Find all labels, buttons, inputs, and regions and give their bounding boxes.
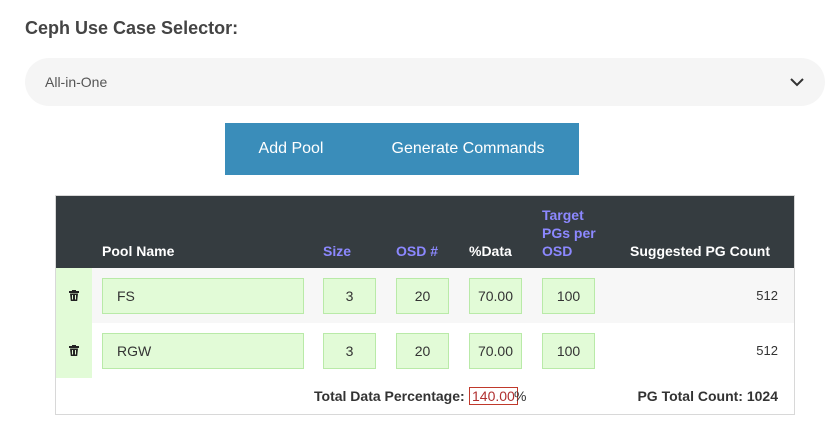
suggested-pg-value: 512 — [756, 343, 778, 358]
delete-pool-button[interactable] — [56, 323, 92, 378]
target-pgs-input[interactable] — [542, 278, 595, 314]
use-case-select-value: All-in-One — [45, 74, 108, 90]
table-row: 512 — [56, 323, 794, 378]
header-pool-name: Pool Name — [102, 243, 175, 259]
total-data-percentage-suffix: % — [514, 388, 527, 404]
header-target-line1: Target — [542, 207, 584, 223]
use-case-select[interactable]: All-in-One — [25, 58, 825, 106]
table-row: 512 — [56, 268, 794, 323]
header-size: Size — [323, 243, 352, 259]
trash-icon — [69, 290, 79, 301]
total-data-percentage-value: 140.00 — [469, 387, 518, 405]
action-button-group: Add Pool Generate Commands — [225, 123, 579, 175]
pool-name-input[interactable] — [102, 278, 304, 314]
target-pgs-input[interactable] — [542, 333, 595, 369]
pg-total-value: 1024 — [746, 388, 778, 404]
size-input[interactable] — [323, 278, 376, 314]
header-target-line2: PGs per — [542, 225, 596, 241]
table-footer: Total Data Percentage: 140.00 % PG Total… — [56, 378, 794, 414]
table-header: Pool Name Size OSD # %Data Target PGs pe… — [56, 196, 794, 268]
osd-input[interactable] — [396, 278, 449, 314]
pool-table: Pool Name Size OSD # %Data Target PGs pe… — [55, 195, 795, 415]
selector-label: Ceph Use Case Selector: — [25, 18, 239, 38]
generate-commands-button[interactable]: Generate Commands — [357, 123, 579, 175]
delete-pool-button[interactable] — [56, 268, 92, 323]
pool-name-input[interactable] — [102, 333, 304, 369]
pg-total-count: PG Total Count: 1024 — [637, 388, 778, 404]
header-target-line3: OSD — [542, 243, 573, 259]
trash-icon — [69, 345, 79, 356]
data-percent-input[interactable] — [469, 278, 522, 314]
osd-input[interactable] — [396, 333, 449, 369]
add-pool-button[interactable]: Add Pool — [225, 123, 357, 175]
suggested-pg-value: 512 — [756, 288, 778, 303]
size-input[interactable] — [323, 333, 376, 369]
pg-total-label: PG Total Count: — [637, 388, 743, 404]
total-data-percentage-label: Total Data Percentage: — [314, 388, 465, 404]
header-suggested-pg: Suggested PG Count — [630, 243, 770, 259]
data-percent-input[interactable] — [469, 333, 522, 369]
header-osd: OSD # — [396, 243, 439, 259]
chevron-down-icon — [790, 78, 804, 87]
header-data: %Data — [469, 243, 512, 259]
